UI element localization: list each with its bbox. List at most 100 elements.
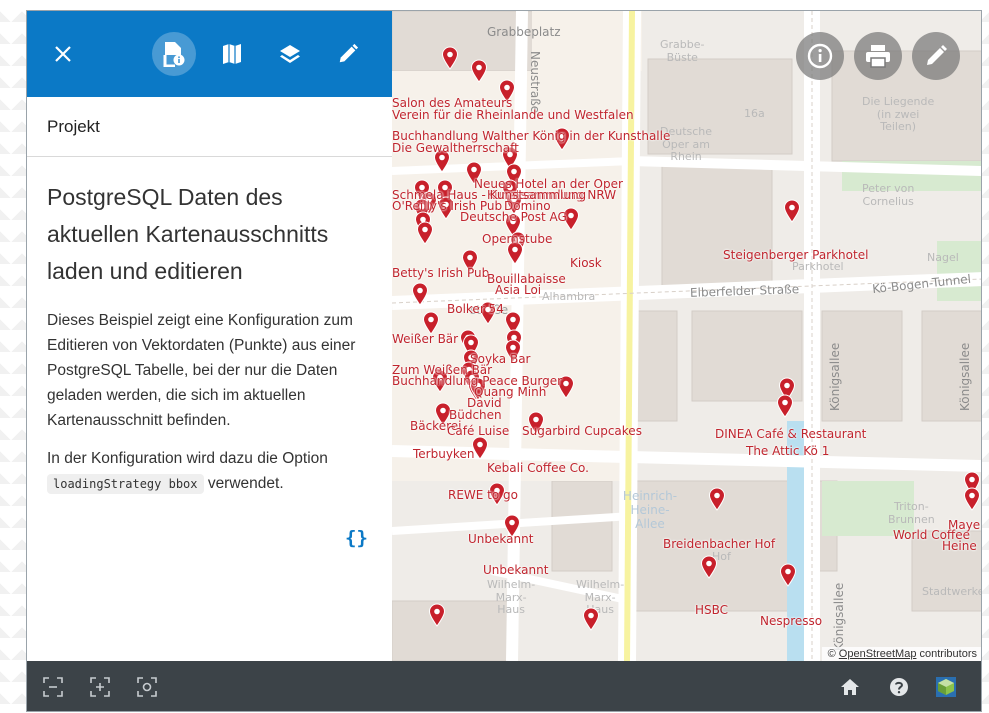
pencil-icon [339,43,359,63]
app-logo-icon [936,677,956,697]
poi-label[interactable]: Kiosk [570,257,602,269]
zoom-to-extent-icon [43,677,63,697]
poi-label[interactable]: Unbekannt [468,533,533,545]
poi-label[interactable]: Terbuyken [413,448,474,460]
map-marker-icon [582,607,600,631]
poi-label[interactable]: Maye [948,519,980,531]
poi-label[interactable]: Heine [942,540,977,552]
map-marker-icon [428,603,446,627]
map-marker-icon [416,221,434,245]
close-button[interactable] [41,32,85,76]
description-paragraph: Dieses Beispiel zeigt eine Konfiguration… [47,312,356,429]
poi-label[interactable]: DINEA Café & Restaurant [715,428,866,440]
zoom-in-button[interactable] [88,675,112,699]
zoom-to-extent-button[interactable] [41,675,65,699]
map-marker[interactable] [783,199,801,223]
layers-icon [280,45,300,63]
poi-label[interactable]: REWE to go [448,489,518,501]
street-label: Königsallee [832,582,846,651]
poi-label[interactable]: Steigenberger Parkhotel [723,249,868,261]
config-text-pre: In der Konfiguration wird dazu die Optio… [47,450,328,467]
street-label: Königsallee [958,342,972,411]
map-attribution: © OpenStreetMap contributors [821,647,981,661]
map-marker-icon [783,199,801,223]
poi-label[interactable]: Soyka Bar [470,353,531,365]
sidebar-toolbar [27,11,392,97]
poi-label[interactable]: Sugarbird Cupcakes [522,425,642,437]
poi-label[interactable]: HSBC [695,604,728,616]
map-marker[interactable] [470,59,488,83]
map-icon [223,44,241,64]
home-button[interactable] [838,675,862,699]
street-label: Heinrich-Heine-Allee [622,489,678,531]
info-icon [807,43,833,69]
map-marker[interactable] [411,282,429,306]
poi-label[interactable]: Betty's Irish Pub [392,267,489,279]
poi-label[interactable]: Nespresso [760,615,822,627]
app-logo-button[interactable] [934,675,958,699]
building-label: Parkhotel [792,260,844,273]
edit-map-button[interactable] [912,32,960,80]
map-marker-icon [779,563,797,587]
poi-label[interactable]: Café Luise [447,425,509,437]
street-label: Grabbeplatz [487,25,561,39]
help-icon [890,678,908,696]
poi-label[interactable]: Breidenbacher Hof [663,538,775,550]
json-config-icon[interactable]: {} [345,527,371,551]
poi-label[interactable]: Unbekannt [483,564,548,576]
print-icon [866,45,890,68]
building-label: Die Liegende (in zwei Teilen) [862,95,935,134]
app-window: Grabbeplatz Neustraße Elberfelder Straße… [26,10,982,712]
document-info-icon [163,42,185,67]
close-icon [55,46,71,62]
poi-label[interactable]: Die Gewaltherrschaft [392,142,519,154]
map-tab[interactable] [210,32,254,76]
locate-button[interactable] [135,675,159,699]
layers-tab[interactable] [268,32,312,76]
print-button[interactable] [854,32,902,80]
poi-label[interactable]: Verein für die Rheinlande und Westfalen [392,109,634,121]
section-title: Projekt [27,97,392,157]
poi-label[interactable]: Weißer Bär [392,333,458,345]
map-marker[interactable] [441,46,459,70]
map-view[interactable]: Grabbeplatz Neustraße Elberfelder Straße… [392,11,982,661]
map-marker[interactable] [963,487,981,511]
building-label: Peter von Cornelius [862,182,915,208]
osm-link[interactable]: OpenStreetMap [839,648,917,660]
building-label: Stadtwerke [922,585,982,598]
locate-icon [137,677,157,697]
poi-label[interactable]: Opernstube [482,233,552,245]
map-marker-icon [411,282,429,306]
map-marker-icon [708,487,726,511]
page-title: PostgreSQL Daten des aktuellen Kartenaus… [47,184,329,284]
building-label: Wilhelm- Marx- Haus [487,578,536,617]
map-marker[interactable] [416,221,434,245]
attribution-prefix: © [827,648,836,660]
poi-label[interactable]: Asia Loi [495,284,541,296]
pencil-icon [927,45,947,65]
map-marker[interactable] [708,487,726,511]
poi-label[interactable]: Domino [504,200,551,212]
poi-label[interactable]: Bolker 54 [447,303,504,315]
map-marker[interactable] [779,563,797,587]
map-marker[interactable] [776,394,794,418]
poi-label[interactable]: Büdchen [449,409,502,421]
map-marker-icon [700,555,718,579]
sidebar-content: PostgreSQL Daten des aktuellen Kartenaus… [27,157,392,497]
project-info-tab[interactable] [152,32,196,76]
map-marker[interactable] [428,603,446,627]
street-label: Königsallee [828,342,842,411]
building-label: Nagel [927,251,959,264]
map-marker[interactable] [582,607,600,631]
help-button[interactable] [887,675,911,699]
edit-tab[interactable] [326,32,370,76]
map-marker-icon [776,394,794,418]
info-button[interactable] [796,32,844,80]
footer-toolbar [27,661,981,711]
poi-label[interactable]: Kebali Coffee Co. [487,462,589,474]
zoom-in-icon [90,677,110,697]
building-label: 16a [744,107,765,120]
config-paragraph: In der Konfiguration wird dazu die Optio… [47,446,372,497]
map-marker[interactable] [700,555,718,579]
poi-label[interactable]: The Attic Kö 1 [746,445,829,457]
